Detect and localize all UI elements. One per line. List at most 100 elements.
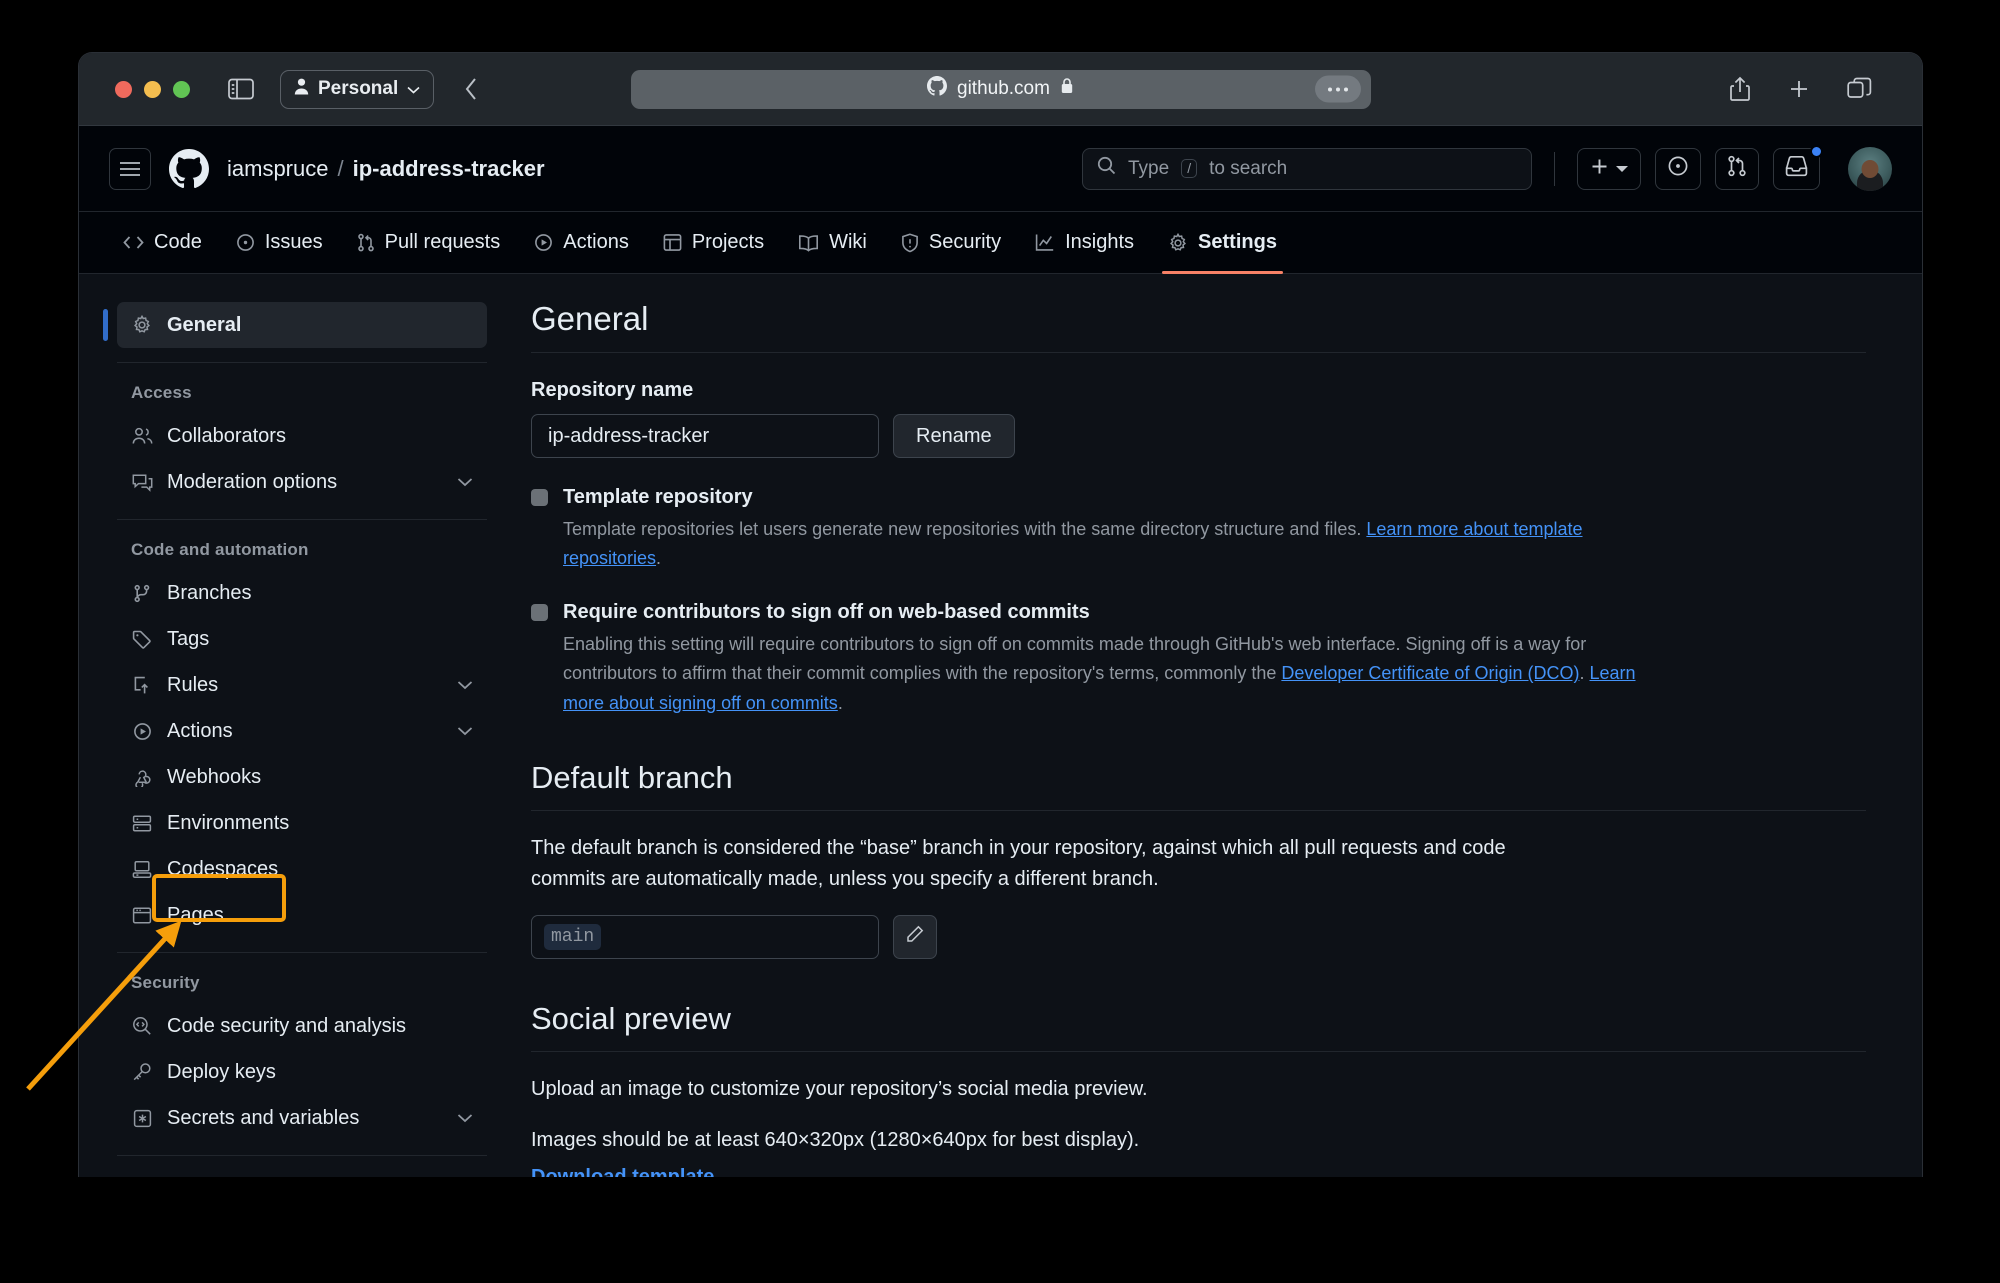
tab-issues[interactable]: Issues: [222, 217, 337, 269]
sidebar-item-label: Code security and analysis: [167, 1014, 407, 1037]
back-chevron-icon[interactable]: [464, 77, 478, 101]
tab-security[interactable]: Security: [887, 217, 1015, 269]
breadcrumb-owner[interactable]: iamspruce: [227, 156, 328, 182]
signoff-checkbox[interactable]: [531, 604, 548, 622]
default-branch-row: main: [531, 914, 1866, 959]
breadcrumb-separator: /: [337, 155, 344, 181]
settings-main-content: General Repository name ip-address-track…: [509, 274, 1922, 1177]
tab-projects[interactable]: Projects: [649, 217, 778, 269]
tabs-overview-icon[interactable]: [1847, 77, 1872, 102]
profile-switcher-button[interactable]: Personal: [280, 69, 435, 109]
template-desc-text: Template repositories let users generate…: [563, 519, 1367, 539]
chevron-down-icon: [1616, 160, 1628, 178]
page-menu-button[interactable]: [1314, 75, 1361, 103]
chevron-down-icon[interactable]: [457, 726, 473, 736]
rename-button[interactable]: Rename: [893, 414, 1015, 458]
avatar[interactable]: [1848, 146, 1892, 191]
sidebar-item-code-security-and-analysis[interactable]: Code security and analysis: [117, 1003, 487, 1049]
share-icon[interactable]: [1729, 76, 1751, 102]
search-input[interactable]: Type / to search: [1082, 147, 1532, 190]
sidebar-group-code-and-automation: Code and automation: [131, 540, 309, 559]
repository-name-input[interactable]: ip-address-tracker: [531, 414, 879, 458]
settings-sidebar: General Access Collaborators Moderation …: [79, 274, 509, 1177]
chevron-down-icon[interactable]: [457, 1113, 473, 1123]
sidebar-group-access: Access: [131, 383, 192, 402]
plus-icon[interactable]: [1787, 77, 1811, 101]
sidebar-item-collaborators[interactable]: Collaborators: [117, 413, 487, 459]
maximize-window-button[interactable]: [173, 80, 190, 98]
tab-wiki[interactable]: Wiki: [784, 217, 881, 269]
sidebar-item-pages[interactable]: Pages: [117, 892, 487, 938]
chevron-down-icon[interactable]: [457, 680, 473, 690]
tab-label: Actions: [563, 231, 629, 253]
sidebar-item-codespaces[interactable]: Codespaces: [117, 846, 487, 892]
issues-button[interactable]: [1655, 147, 1701, 190]
sidebar-item-moderation-options[interactable]: Moderation options: [117, 459, 487, 505]
default-branch-value: main: [544, 923, 602, 950]
github-header: iamspruce / ip-address-tracker Type / to…: [79, 126, 1922, 212]
sidebar-item-rules[interactable]: Rules: [117, 662, 487, 708]
breadcrumb-repo[interactable]: ip-address-tracker: [353, 156, 545, 182]
dco-link[interactable]: Developer Certificate of Origin (DCO): [1281, 663, 1579, 683]
sidebar-item-deploy-keys[interactable]: Deploy keys: [117, 1049, 487, 1095]
tab-code[interactable]: Code: [109, 217, 216, 269]
signoff-label: Require contributors to sign off on web-…: [563, 601, 1090, 624]
tab-insights[interactable]: Insights: [1021, 217, 1148, 269]
browser-toolbar: Personal github.com: [79, 53, 1922, 126]
default-branch-input[interactable]: main: [531, 914, 879, 959]
sidebar-item-general[interactable]: General: [103, 302, 487, 348]
window-traffic-lights[interactable]: [115, 80, 190, 98]
sidebar-item-label: Rules: [167, 673, 219, 696]
rule-icon: [131, 676, 153, 695]
download-template-link[interactable]: Download template: [531, 1166, 714, 1177]
github-mark-icon: [927, 76, 948, 102]
sidebar-item-label: General: [167, 313, 242, 336]
sidebar-item-branches[interactable]: Branches: [117, 570, 487, 616]
browser-icon: [131, 906, 153, 925]
asterisk-icon: [131, 1109, 153, 1128]
hamburger-menu-icon[interactable]: [109, 147, 151, 190]
plus-icon: [1590, 157, 1609, 181]
default-branch-heading: Default branch: [531, 760, 1866, 811]
sidebar-item-actions[interactable]: Actions: [117, 708, 487, 754]
sidebar-item-label: Secrets and variables: [167, 1106, 360, 1129]
screenshot-root: Personal github.com iamspruce / ip-addre…: [0, 0, 2000, 1283]
search-placeholder-prefix: Type: [1128, 157, 1170, 179]
sidebar-divider: [117, 362, 487, 363]
issue-opened-icon: [236, 233, 255, 252]
tab-label: Code: [154, 231, 202, 253]
template-repository-checkbox[interactable]: [531, 489, 548, 506]
git-branch-icon: [131, 584, 153, 603]
header-divider: [1554, 151, 1555, 186]
page-title: General: [531, 300, 1866, 353]
lock-icon: [1060, 77, 1074, 101]
sidebar-item-label: Webhooks: [167, 765, 262, 788]
sidebar-item-label: Tags: [167, 627, 210, 650]
toolbar-right-actions: [1729, 76, 1900, 102]
sidebar-toggle-icon[interactable]: [228, 78, 254, 100]
tab-pull-requests[interactable]: Pull requests: [343, 217, 515, 269]
edit-default-branch-button[interactable]: [893, 914, 937, 959]
gear-icon: [131, 315, 153, 335]
notifications-inbox-button[interactable]: [1773, 144, 1823, 190]
github-logo-icon[interactable]: [169, 148, 209, 189]
chevron-down-icon[interactable]: [457, 477, 473, 487]
tab-actions[interactable]: Actions: [520, 217, 643, 269]
signoff-desc-period: .: [837, 692, 843, 713]
minimize-window-button[interactable]: [144, 80, 161, 98]
tab-settings[interactable]: Settings: [1154, 217, 1291, 274]
sidebar-item-secrets-and-variables[interactable]: Secrets and variables: [117, 1095, 487, 1141]
close-window-button[interactable]: [115, 80, 132, 98]
create-new-button[interactable]: [1577, 147, 1641, 190]
address-bar[interactable]: github.com: [630, 69, 1371, 109]
play-icon: [534, 233, 553, 252]
sidebar-item-environments[interactable]: Environments: [117, 800, 487, 846]
sidebar-item-tags[interactable]: Tags: [117, 616, 487, 662]
sidebar-item-webhooks[interactable]: Webhooks: [117, 754, 487, 800]
repository-name-label: Repository name: [531, 379, 694, 401]
graph-icon: [1035, 233, 1055, 252]
profile-label: Personal: [318, 78, 399, 99]
sidebar-divider: [117, 952, 487, 953]
gear-icon: [1168, 232, 1188, 253]
pull-requests-button[interactable]: [1715, 147, 1759, 190]
